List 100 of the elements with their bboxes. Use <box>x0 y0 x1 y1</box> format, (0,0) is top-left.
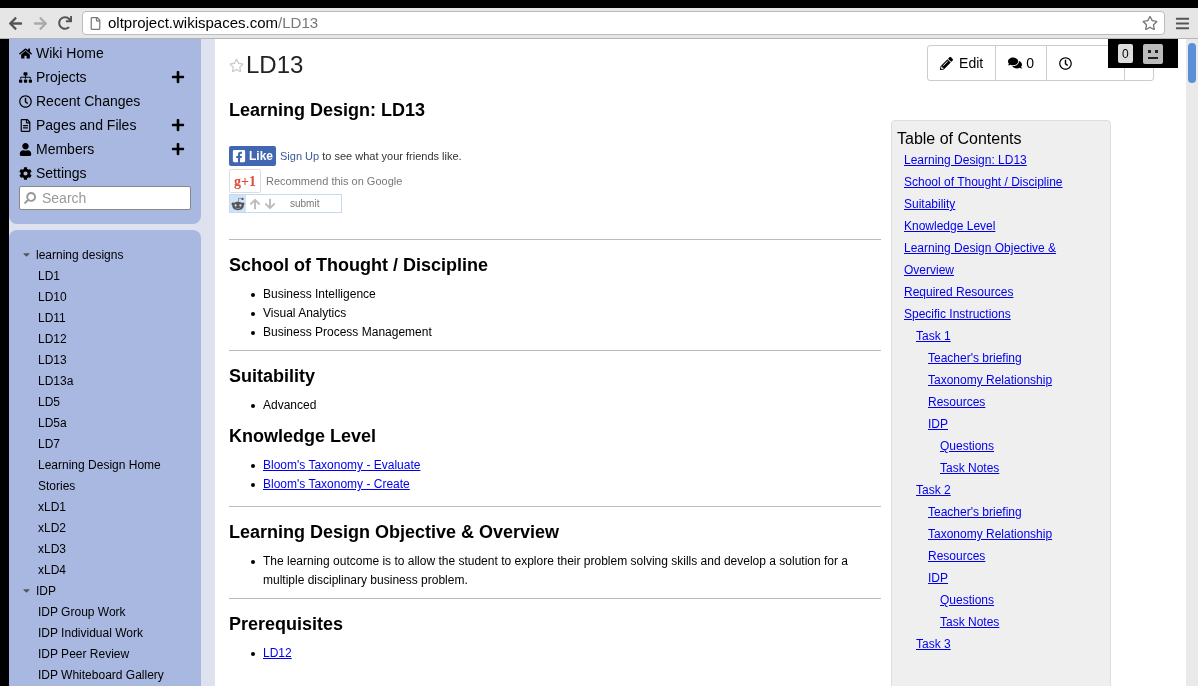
bullet-icon <box>251 464 255 468</box>
toc-link[interactable]: Resources <box>928 391 986 413</box>
toc-link[interactable]: Required Resources <box>904 281 1014 303</box>
page-icon <box>89 16 102 30</box>
toc-link[interactable]: Taxonomy Relationship <box>928 523 1053 545</box>
tree-page-link[interactable]: IDP Peer Review <box>38 644 130 663</box>
url-text: oltproject.wikispaces.com/LD13 <box>108 12 319 33</box>
toc-link[interactable]: Task 2 <box>916 479 951 501</box>
bullet-icon <box>251 652 255 656</box>
star-icon[interactable] <box>229 57 244 73</box>
list-text: Business Process Management <box>263 324 432 341</box>
toc-link[interactable]: Taxonomy Relationship <box>928 369 1053 391</box>
nav-link[interactable]: Members <box>19 138 95 160</box>
face-icon[interactable] <box>1142 43 1163 64</box>
toc-link[interactable]: IDP <box>928 567 948 589</box>
toc-link[interactable]: Task 3 <box>916 633 951 655</box>
toc-link[interactable]: Task Notes <box>940 611 1000 633</box>
edit-button[interactable]: Edit <box>928 46 997 80</box>
nav-link[interactable]: Wiki Home <box>19 42 104 64</box>
tree-folder[interactable]: IDP <box>36 581 56 600</box>
toc-link[interactable]: Suitability <box>904 193 956 215</box>
toc-link[interactable]: Learning Design Objective & Overview <box>904 237 1106 281</box>
home-icon <box>19 46 32 60</box>
bullet-icon <box>251 560 255 564</box>
list-text: Visual Analytics <box>263 305 347 322</box>
sign-up-link[interactable]: Sign Up <box>280 149 320 162</box>
toc-link[interactable]: Knowledge Level <box>904 215 996 237</box>
address-bar[interactable]: oltproject.wikispaces.com/LD13 <box>82 11 1165 35</box>
tree-page-link[interactable]: LD7 <box>38 434 60 453</box>
google-plus-prompt: Recommend this on Google <box>266 173 403 189</box>
file-icon <box>19 118 32 132</box>
back-icon[interactable] <box>8 15 23 31</box>
add-icon[interactable] <box>171 70 185 84</box>
reload-icon[interactable] <box>58 16 72 30</box>
bullet-icon <box>251 483 255 487</box>
tree-page-link[interactable]: xLD4 <box>38 560 66 579</box>
tree-page-link[interactable]: Stories <box>38 476 76 495</box>
toc-link[interactable]: Teacher's briefing <box>928 501 1022 523</box>
toc-title: Table of Contents <box>896 129 1023 149</box>
bullet-icon <box>251 331 255 335</box>
toc-link[interactable]: Specific Instructions <box>904 303 1011 325</box>
add-icon[interactable] <box>171 142 185 156</box>
nav-link[interactable]: Projects <box>19 66 87 88</box>
notification-count[interactable]: 0 <box>1118 44 1133 63</box>
comments-button[interactable]: 0 <box>996 46 1047 80</box>
toc-link[interactable]: Task Notes <box>940 457 1000 479</box>
reddit-icon[interactable] <box>231 196 245 211</box>
add-icon[interactable] <box>171 118 185 132</box>
tree-page-link[interactable]: IDP Group Work <box>38 602 126 621</box>
list-text: Business Intelligence <box>263 286 376 303</box>
toc-link[interactable]: School of Thought / Discipline <box>904 171 1063 193</box>
tree-page-link[interactable]: LD13 <box>38 350 67 369</box>
tree-page-link[interactable]: LD5a <box>38 413 67 432</box>
bookmark-star-icon[interactable] <box>1142 15 1158 31</box>
google-plus-button[interactable]: g+1 <box>229 169 261 193</box>
clock-icon <box>1059 56 1072 70</box>
tree-page-link[interactable]: LD11 <box>38 308 66 327</box>
menu-icon[interactable] <box>1175 15 1190 31</box>
content-link[interactable]: LD12 <box>263 644 292 663</box>
list-text: Advanced <box>263 397 317 414</box>
tree-page-link[interactable]: LD5 <box>38 392 60 411</box>
tree-page-link[interactable]: LD13a <box>38 371 74 390</box>
tree-page-link[interactable]: LD1 <box>38 266 60 285</box>
like-prompt: Sign Up to see what your friends like. <box>280 148 462 164</box>
toc-link[interactable]: Questions <box>940 589 995 611</box>
bullet-icon <box>251 293 255 297</box>
user-icon <box>19 142 32 156</box>
toc-link[interactable]: IDP <box>928 413 948 435</box>
tree-folder[interactable]: learning designs <box>36 245 124 264</box>
pencil-icon <box>940 56 954 70</box>
nav-link[interactable]: Recent Changes <box>19 90 141 112</box>
section-heading: Suitability <box>229 365 316 388</box>
sitemap-icon <box>19 70 32 84</box>
toc-link[interactable]: Learning Design: LD13 <box>904 149 1027 171</box>
facebook-icon <box>232 149 246 163</box>
content-link[interactable]: Bloom's Taxonomy - Evaluate <box>263 456 421 475</box>
section-heading: School of Thought / Discipline <box>229 254 489 277</box>
gear-icon <box>19 166 32 180</box>
search-field[interactable]: Search <box>19 186 191 210</box>
tree-page-link[interactable]: xLD1 <box>38 497 66 516</box>
tree-page-link[interactable]: IDP Individual Work <box>38 623 143 642</box>
tree-page-link[interactable]: xLD2 <box>38 518 66 537</box>
page-heading: Learning Design: LD13 <box>229 99 427 122</box>
list-text: The learning outcome is to allow the student to explore their problem solving skills and develop a solution for a multiple disciplinary business problem. <box>263 553 849 589</box>
nav-link[interactable]: Pages and Files <box>19 114 137 136</box>
toc-link[interactable]: Task 1 <box>916 325 951 347</box>
toc-link[interactable]: Questions <box>940 435 995 457</box>
content-link[interactable]: Bloom's Taxonomy - Create <box>263 475 410 494</box>
section-heading: Learning Design Objective & Overview <box>229 521 561 544</box>
toc-link[interactable]: Resources <box>928 545 986 567</box>
tree-page-link[interactable]: LD10 <box>38 287 67 306</box>
like-button[interactable]: Like <box>229 146 276 166</box>
submit-link[interactable]: submit <box>290 196 320 211</box>
tree-page-link[interactable]: LD12 <box>38 329 67 348</box>
tree-page-link[interactable]: Learning Design Home <box>38 455 161 474</box>
tree-page-link[interactable]: xLD3 <box>38 539 66 558</box>
toc-link[interactable]: Teacher's briefing <box>928 347 1022 369</box>
tree-page-link[interactable]: IDP Whiteboard Gallery <box>38 665 164 684</box>
bullet-icon <box>251 404 255 408</box>
nav-link[interactable]: Settings <box>19 162 87 184</box>
